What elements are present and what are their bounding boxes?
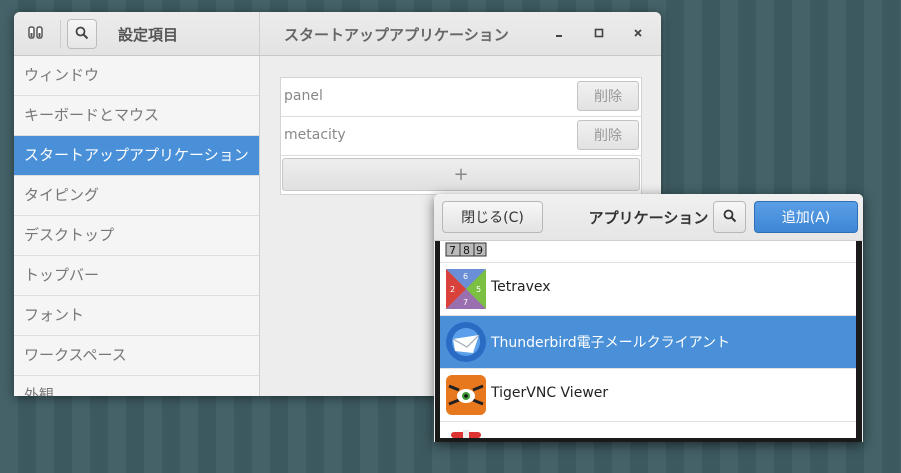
search-icon: [723, 208, 737, 227]
svg-text:5: 5: [476, 285, 481, 294]
remove-button[interactable]: 削除: [577, 120, 639, 150]
svg-text:9: 9: [476, 244, 483, 257]
dialog-header: 閉じる(C) アプリケーション 追加(A): [434, 194, 863, 241]
sidebar-search-button[interactable]: [67, 19, 97, 49]
add-startup-app-button[interactable]: +: [282, 158, 640, 191]
startup-app-name: panel: [284, 88, 323, 104]
applications-dialog: 閉じる(C) アプリケーション 追加(A) 7 8 9 6 5 7 2 Tetr…: [434, 194, 863, 442]
list-item[interactable]: Thunderbird電子メールクライアント: [440, 316, 856, 369]
close-window-button[interactable]: [626, 22, 650, 46]
svg-text:6: 6: [463, 272, 468, 281]
minimize-icon: [554, 26, 564, 42]
tetravex-icon: 6 5 7 2: [445, 268, 487, 310]
list-item: panel 削除: [281, 78, 641, 117]
sidebar-item-fonts[interactable]: フォント: [14, 296, 259, 336]
search-icon: [75, 25, 89, 44]
app-name: Thunderbird電子メールクライアント: [491, 335, 731, 351]
tweak-tool-icon: [26, 25, 46, 43]
page-title: スタートアップアプリケーション: [284, 26, 509, 44]
app-name: Tetravex: [491, 279, 551, 295]
list-item[interactable]: 7 8 9: [440, 241, 856, 263]
list-item[interactable]: TigerVNC Viewer: [440, 369, 856, 422]
sidebar-item-appearance[interactable]: 外観: [14, 376, 259, 396]
thunderbird-icon: [445, 321, 487, 363]
app-name: TigerVNC Viewer: [491, 385, 609, 401]
add-row: +: [281, 156, 641, 194]
maximize-icon: [594, 26, 604, 42]
titlebar: 設定項目 スタートアップアプリケーション: [14, 12, 661, 56]
sidebar-item-typing[interactable]: タイピング: [14, 176, 259, 216]
sidebar: ウィンドウ キーボードとマウス スタートアップアプリケーション タイピング デス…: [14, 56, 260, 396]
tigervnc-icon: [445, 374, 487, 416]
startup-app-name: metacity: [284, 127, 346, 143]
dialog-search-button[interactable]: [713, 201, 746, 233]
list-item[interactable]: 6 5 7 2 Tetravex: [440, 263, 856, 316]
minimize-button[interactable]: [547, 22, 571, 46]
sidebar-item-keyboard-mouse[interactable]: キーボードとマウス: [14, 96, 259, 136]
startup-app-list: panel 削除 metacity 削除 +: [280, 77, 642, 195]
sidebar-title: 設定項目: [118, 26, 179, 44]
svg-text:2: 2: [450, 285, 455, 294]
list-item: metacity 削除: [281, 117, 641, 156]
header-separator: [60, 20, 61, 48]
sidebar-header: 設定項目: [14, 12, 260, 55]
sidebar-item-startup-applications[interactable]: スタートアップアプリケーション: [14, 136, 259, 176]
application-list[interactable]: 7 8 9 6 5 7 2 Tetravex Thunderbird電子メールク…: [440, 241, 856, 438]
maximize-button[interactable]: [587, 22, 611, 46]
svg-text:7: 7: [463, 298, 468, 307]
svg-text:8: 8: [463, 244, 470, 257]
dialog-add-button[interactable]: 追加(A): [754, 201, 858, 233]
sidebar-item-window[interactable]: ウィンドウ: [14, 56, 259, 96]
sidebar-item-workspaces[interactable]: ワークスペース: [14, 336, 259, 376]
dialog-body: 7 8 9 6 5 7 2 Tetravex Thunderbird電子メールク…: [435, 241, 862, 442]
sidebar-item-top-bar[interactable]: トップバー: [14, 256, 259, 296]
sudoku-icon: 7 8 9: [445, 241, 487, 257]
svg-text:7: 7: [449, 244, 456, 257]
sidebar-item-desktop[interactable]: デスクトップ: [14, 216, 259, 256]
close-icon: [633, 26, 643, 42]
red-app-icon: [445, 427, 487, 438]
remove-button[interactable]: 削除: [577, 81, 639, 111]
list-item[interactable]: [440, 422, 856, 438]
